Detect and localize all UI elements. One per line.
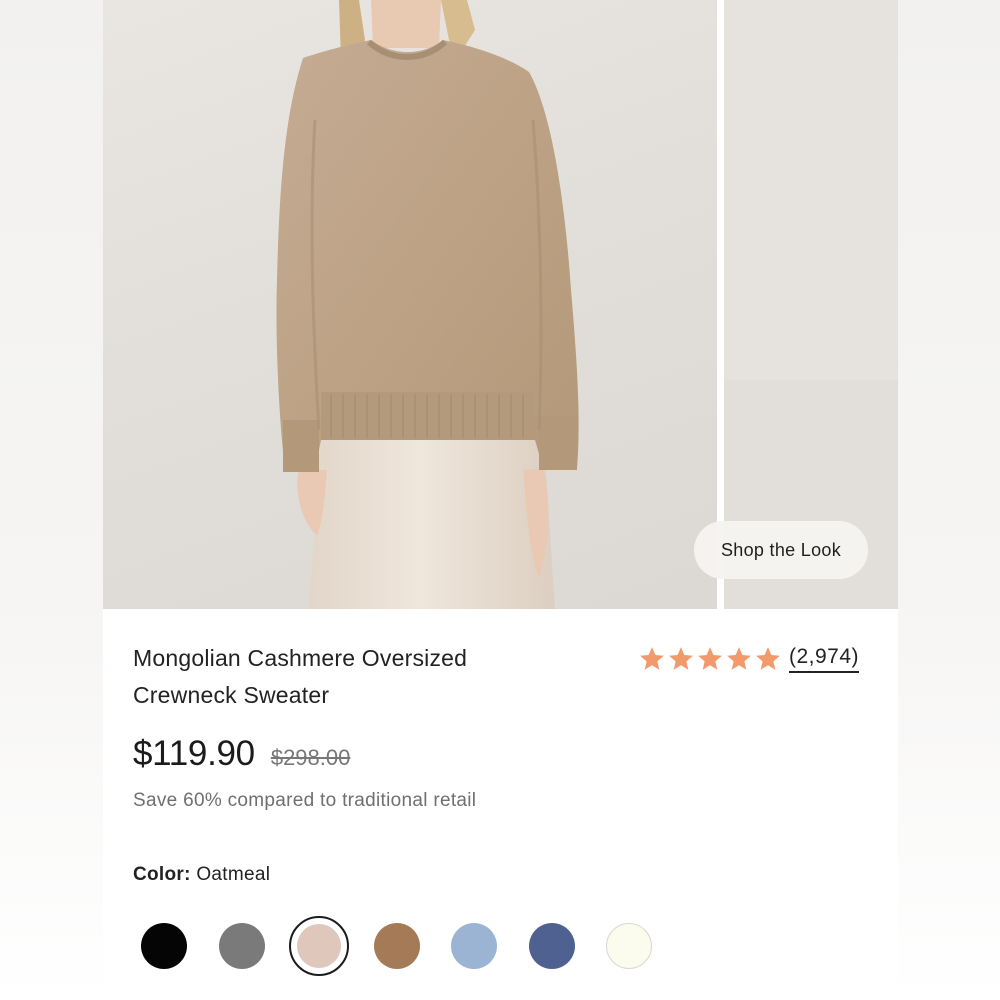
star-icon: [669, 647, 693, 670]
sale-price: $119.90: [133, 734, 255, 773]
shop-the-look-button[interactable]: Shop the Look: [694, 521, 868, 579]
color-swatch-camel[interactable]: [373, 923, 420, 969]
savings-text: Save 60% compared to traditional retail: [133, 790, 477, 811]
product-title: Mongolian Cashmere Oversized Crewneck Sw…: [133, 645, 468, 708]
color-swatches: [141, 916, 741, 976]
page: Shop the Look Mongolian Cashmere Oversiz…: [0, 0, 1000, 1000]
product-photo-main[interactable]: [103, 0, 717, 609]
review-count-link[interactable]: (2,974): [789, 645, 860, 673]
secondary-photo-illustration: [724, 0, 898, 609]
star-icon: [640, 647, 664, 670]
model-illustration: [276, 0, 579, 609]
price-row: $119.90 $298.00: [133, 734, 350, 774]
color-swatch-ivory[interactable]: [606, 923, 652, 969]
color-swatch-navy[interactable]: [528, 923, 575, 969]
color-label-title: Color:: [133, 864, 191, 885]
color-label: Color: Oatmeal: [133, 864, 270, 886]
color-swatch-oatmeal[interactable]: [289, 916, 349, 976]
product-gallery[interactable]: Shop the Look: [103, 0, 898, 609]
star-icon: [698, 647, 722, 670]
star-icon: [727, 647, 751, 670]
original-price: $298.00: [270, 745, 351, 770]
star-icon: [756, 647, 780, 670]
color-swatch-black[interactable]: [141, 923, 187, 969]
product-card: Shop the Look Mongolian Cashmere Oversiz…: [103, 0, 898, 1000]
rating-stars: [638, 645, 783, 673]
selected-swatch-fill: [297, 924, 341, 968]
color-swatch-light-blue[interactable]: [451, 923, 497, 969]
color-swatch-grey[interactable]: [218, 923, 265, 969]
product-photo-secondary[interactable]: [724, 0, 898, 609]
product-rating[interactable]: (2,974): [638, 641, 860, 677]
selected-color-name: Oatmeal: [196, 864, 271, 885]
